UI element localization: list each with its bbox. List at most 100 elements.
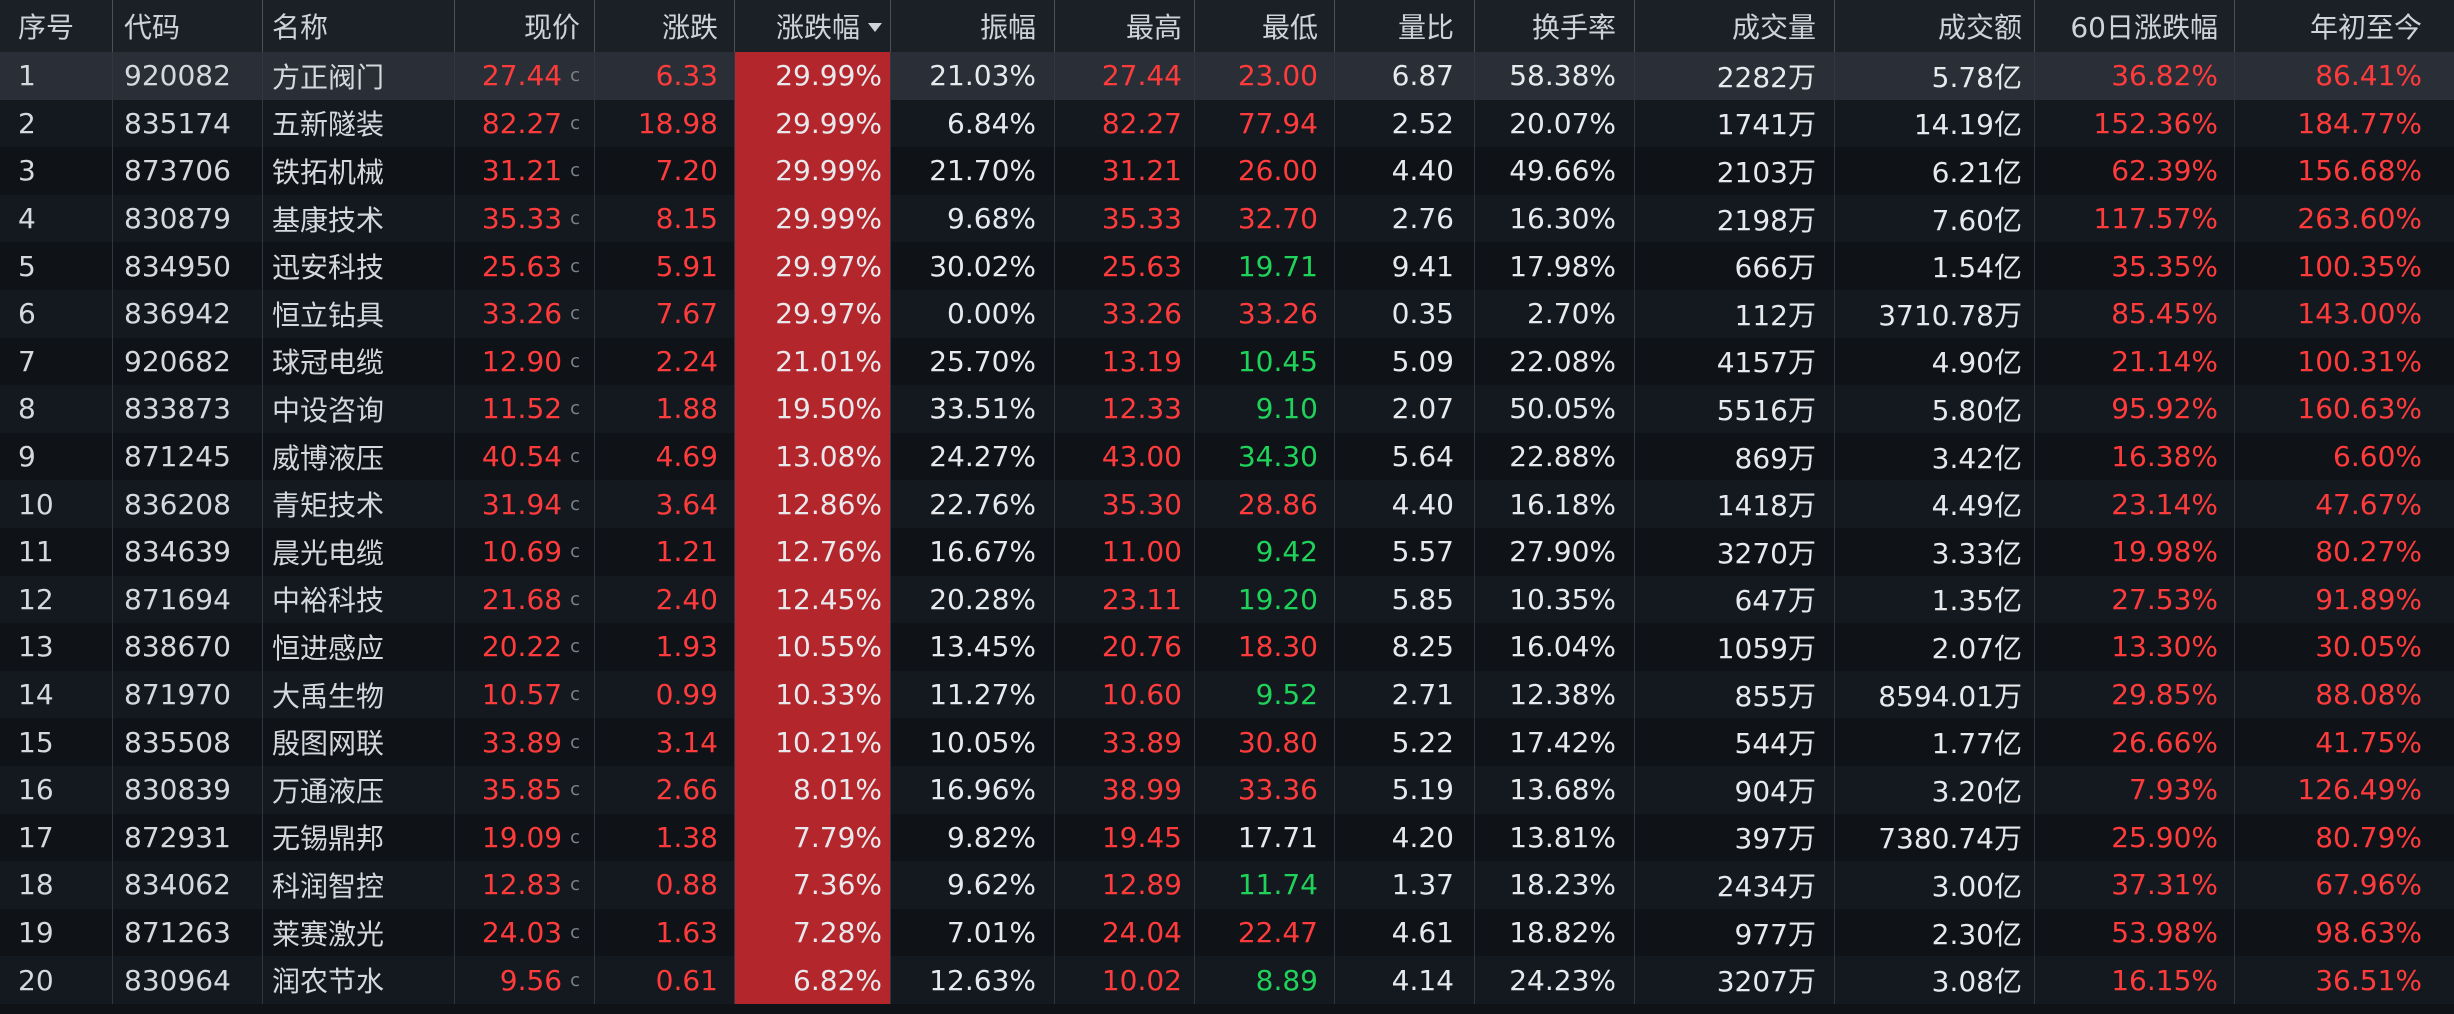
table-row[interactable]: 9 871245 威博液压 40.54 c 4.69 13.08% 24.27% 43.00 34…: [0, 432, 2454, 481]
cell-high-value: 27.44: [1101, 59, 1182, 93]
cell-amount: 1.35亿: [1842, 576, 2022, 624]
col-divider[interactable]: [1634, 0, 1635, 52]
col-divider[interactable]: [1474, 0, 1475, 52]
cell-volume: 2282万: [1642, 52, 1816, 100]
cell-divider: [1834, 290, 1835, 338]
cell-divider: [1834, 861, 1835, 909]
cell-amount-value: 3.00亿: [1931, 869, 2022, 903]
col-divider[interactable]: [1334, 0, 1335, 52]
table-row[interactable]: 18 834062 科润智控 12.83 c 0.88 7.36% 9.62% 12.89 11.…: [0, 861, 2454, 909]
col-header-high[interactable]: 最高: [1062, 0, 1182, 52]
table-row[interactable]: 14 871970 大禹生物 10.57 c 0.99 10.33% 11.27% 10.60 9…: [0, 670, 2454, 719]
col-divider[interactable]: [2234, 0, 2235, 52]
cell-seq: 17: [18, 814, 108, 862]
cell-seq-value: 3: [18, 154, 36, 188]
cell-divider: [262, 337, 263, 386]
cell-volume-value: 397万: [1734, 822, 1816, 856]
cell-divider: [734, 242, 735, 290]
col-divider[interactable]: [262, 0, 263, 52]
cell-name: 迅安科技: [272, 242, 442, 290]
table-row[interactable]: 16 830839 万通液压 35.85 c 2.66 8.01% 16.96% 38.99 33…: [0, 766, 2454, 814]
table-row[interactable]: 1 920082 方正阀门 27.44 c 6.33 29.99% 21.03% 27.44 23…: [0, 52, 2454, 100]
table-row[interactable]: 8 833873 中设咨询 11.52 c 1.88 19.50% 33.51% 12.33 9.…: [0, 385, 2454, 433]
cell-seq: 20: [18, 956, 108, 1004]
cell-60d-change-value: 13.30%: [2111, 630, 2218, 664]
table-row[interactable]: 4 830879 基康技术 35.33 c 8.15 29.99% 9.68% 35.33 32.…: [0, 194, 2454, 243]
cell-60d-change: 13.30%: [2042, 623, 2218, 671]
cell-low-value: 34.30: [1237, 440, 1318, 474]
col-divider[interactable]: [112, 0, 113, 52]
col-header-code[interactable]: 代码: [124, 0, 254, 52]
cell-high-value: 25.63: [1101, 249, 1182, 283]
col-header-seq[interactable]: 序号: [18, 0, 108, 52]
table-row[interactable]: 6 836942 恒立钻具 33.26 c 7.67 29.97% 0.00% 33.26 33.…: [0, 290, 2454, 338]
table-row[interactable]: 7 920682 球冠电缆 12.90 c 2.24 21.01% 25.70% 13.19 10…: [0, 337, 2454, 386]
col-divider[interactable]: [2034, 0, 2035, 52]
cell-divider: [1194, 718, 1195, 766]
col-header-turnover-rate[interactable]: 换手率: [1482, 0, 1616, 52]
cell-divider: [890, 575, 891, 624]
cell-amount-value: 8594.01万: [1878, 679, 2022, 713]
cell-name: 莱赛激光: [272, 909, 442, 957]
col-header-price[interactable]: 现价: [462, 0, 580, 52]
cell-turnover-rate: 18.23%: [1482, 861, 1616, 909]
table-row[interactable]: 5 834950 迅安科技 25.63 c 5.91 29.97% 30.02% 25.63 19…: [0, 242, 2454, 290]
cell-ytd-value: 88.08%: [2315, 678, 2422, 712]
table-row[interactable]: 17 872931 无锡鼎邦 19.09 c 1.38 7.79% 9.82% 19.45 17.…: [0, 813, 2454, 862]
table-row[interactable]: 2 835174 五新隧装 82.27 c 18.98 29.99% 6.84% 82.27 77…: [0, 99, 2454, 148]
cell-change-pct: 12.86%: [742, 480, 882, 528]
col-header-name[interactable]: 名称: [272, 0, 442, 52]
col-header-change[interactable]: 涨跌: [602, 0, 718, 52]
cell-volume-value: 4157万: [1716, 346, 1816, 380]
cell-amount: 8594.01万: [1842, 671, 2022, 719]
col-header-volume[interactable]: 成交量: [1642, 0, 1816, 52]
cell-divider: [262, 718, 263, 766]
table-row[interactable]: 20 830964 润农节水 9.56 c 0.61 6.82% 12.63% 10.02 8.8…: [0, 956, 2454, 1004]
col-header-change-pct[interactable]: 涨跌幅: [742, 0, 882, 52]
col-divider[interactable]: [734, 0, 735, 52]
cell-divider: [1194, 908, 1195, 957]
cell-price-value: 31.21: [481, 154, 563, 188]
col-divider[interactable]: [1054, 0, 1055, 52]
cell-turnover-rate: 58.38%: [1482, 52, 1616, 100]
cell-change-pct: 29.99%: [742, 147, 882, 195]
table-row[interactable]: 13 838670 恒进感应 20.22 c 1.93 10.55% 13.45% 20.76 1…: [0, 623, 2454, 671]
cell-change-pct-value: 12.45%: [775, 582, 882, 616]
cell-volume: 2434万: [1642, 861, 1816, 909]
table-row[interactable]: 11 834639 晨光电缆 10.69 c 1.21 12.76% 16.67% 11.00 9…: [0, 528, 2454, 576]
cell-amplitude-value: 7.01%: [947, 916, 1036, 950]
table-row[interactable]: 19 871263 莱赛激光 24.03 c 1.63 7.28% 7.01% 24.04 22.…: [0, 908, 2454, 957]
col-header-ytd[interactable]: 年初至今: [2242, 0, 2422, 52]
col-divider[interactable]: [1194, 0, 1195, 52]
cell-divider: [734, 766, 735, 814]
cell-high-value: 35.30: [1101, 487, 1182, 521]
price-suffix: c: [570, 446, 580, 468]
cell-turnover-rate: 24.23%: [1482, 956, 1616, 1004]
cell-seq: 18: [18, 861, 108, 909]
cell-amplitude-value: 16.67%: [929, 535, 1036, 569]
cell-change-pct-value: 7.28%: [793, 916, 882, 950]
col-divider[interactable]: [890, 0, 891, 52]
cell-divider: [1474, 670, 1475, 719]
cell-ytd: 30.05%: [2242, 623, 2422, 671]
col-header-amplitude[interactable]: 振幅: [898, 0, 1036, 52]
cell-60d-change: 152.36%: [2042, 100, 2218, 148]
col-header-volume-ratio[interactable]: 量比: [1342, 0, 1454, 52]
col-divider[interactable]: [594, 0, 595, 52]
table-row[interactable]: 12 871694 中裕科技 21.68 c 2.40 12.45% 20.28% 23.11 1…: [0, 575, 2454, 624]
cell-high: 12.33: [1062, 385, 1182, 433]
cell-60d-change-value: 21.14%: [2111, 344, 2218, 378]
cell-name-value: 恒立钻具: [272, 298, 385, 332]
col-header-amount[interactable]: 成交额: [1842, 0, 2022, 52]
col-divider[interactable]: [454, 0, 455, 52]
cell-change: 18.98: [602, 100, 718, 148]
cell-divider: [734, 670, 735, 719]
col-divider[interactable]: [1834, 0, 1835, 52]
table-row[interactable]: 3 873706 铁拓机械 31.21 c 7.20 29.99% 21.70% 31.21 26…: [0, 147, 2454, 195]
table-row[interactable]: 15 835508 殷图网联 33.89 c 3.14 10.21% 10.05% 33.89 3…: [0, 718, 2454, 766]
col-header-low[interactable]: 最低: [1202, 0, 1318, 52]
col-header-60d-change[interactable]: 60日涨跌幅: [2042, 0, 2218, 52]
table-row[interactable]: 10 836208 青矩技术 31.94 c 3.64 12.86% 22.76% 35.30 2…: [0, 480, 2454, 528]
cell-divider: [1054, 480, 1055, 528]
cell-divider: [1834, 623, 1835, 671]
